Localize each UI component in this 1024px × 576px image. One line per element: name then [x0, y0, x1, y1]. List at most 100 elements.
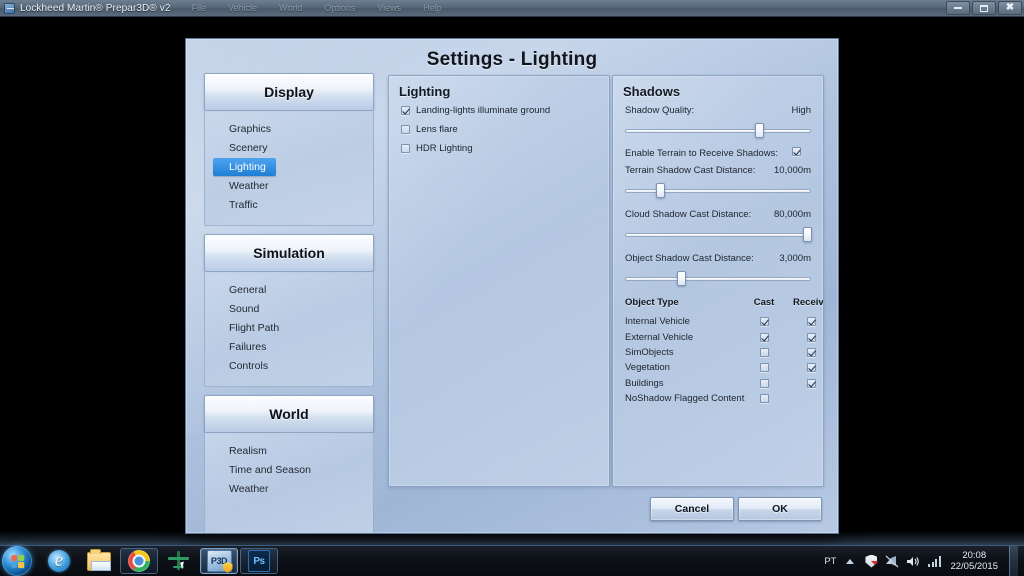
label-cloud-cast-distance: Cloud Shadow Cast Distance: — [625, 209, 752, 220]
sidebar-item-scenery[interactable]: Scenery — [213, 139, 365, 157]
taskbar-item-prepar3d[interactable]: P3D — [200, 548, 238, 574]
sidebar-item-flight-path[interactable]: Flight Path — [213, 319, 365, 337]
close-icon: ✖ — [1005, 2, 1015, 13]
table-row: External Vehicle — [625, 329, 816, 344]
close-button[interactable]: ✖ — [998, 1, 1022, 15]
slider-thumb[interactable] — [803, 227, 813, 242]
window-controls[interactable]: ✖ — [946, 1, 1022, 15]
cell-cast[interactable] — [743, 317, 785, 327]
window-titlebar[interactable]: Lockheed Martin® Prepar3D® v2 File Vehic… — [0, 0, 1024, 17]
sidebar-item-sound[interactable]: Sound — [213, 300, 365, 318]
window-title: Lockheed Martin® Prepar3D® v2 — [20, 2, 171, 14]
sidebar-item-general[interactable]: General — [213, 281, 365, 299]
sidebar-item-controls[interactable]: Controls — [213, 357, 365, 375]
checkbox-row-hdr-lighting[interactable]: HDR Lighting — [401, 143, 609, 154]
taskbar-item-file-explorer[interactable] — [80, 548, 118, 574]
checkbox-cast[interactable] — [759, 317, 769, 327]
slider-shadow-quality[interactable] — [625, 123, 811, 138]
sidebar-item-failures[interactable]: Failures — [213, 338, 365, 356]
checkbox-lens-flare[interactable] — [401, 125, 410, 134]
checkbox-cast[interactable] — [759, 394, 769, 404]
taskbar-items: P3D Ps — [40, 548, 278, 574]
language-indicator[interactable]: PT — [824, 556, 836, 567]
checkbox-row-landing-lights[interactable]: Landing-lights illuminate ground — [401, 105, 609, 116]
network-tray-icon[interactable] — [885, 554, 899, 568]
checkbox-hdr-lighting[interactable] — [401, 144, 410, 153]
slider-thumb[interactable] — [754, 123, 764, 138]
cell-cast[interactable] — [743, 378, 785, 388]
antivirus-tray-icon[interactable] — [864, 554, 878, 568]
slider-cloud-cast-distance[interactable] — [625, 227, 813, 242]
value-terrain-cast-distance: 10,000m — [774, 165, 811, 176]
checkbox-landing-lights[interactable] — [401, 106, 410, 115]
menu-item-views[interactable]: Views — [374, 3, 404, 13]
cell-cast[interactable] — [743, 347, 785, 357]
sidebar-item-graphics[interactable]: Graphics — [213, 120, 365, 138]
clock-date: 22/05/2015 — [950, 561, 998, 572]
checkbox-receive[interactable] — [806, 347, 816, 357]
menu-item-vehicle[interactable]: Vehicle — [225, 3, 260, 13]
menu-item-options[interactable]: Options — [321, 3, 358, 13]
sidebar-item-lighting[interactable]: Lighting — [213, 158, 276, 176]
slider-object-cast-distance[interactable] — [625, 271, 811, 286]
row-terrain-receive-shadows[interactable]: Enable Terrain to Receive Shadows: — [625, 147, 811, 159]
clock[interactable]: 20:08 22/05/2015 — [950, 550, 998, 572]
slider-thumb[interactable] — [676, 271, 686, 286]
show-desktop-button[interactable] — [1009, 545, 1018, 576]
cell-receive[interactable] — [785, 363, 823, 373]
sidebar-item-realism[interactable]: Realism — [213, 442, 365, 460]
show-hidden-icons-button[interactable] — [843, 554, 857, 568]
checkbox-cast[interactable] — [759, 378, 769, 388]
cell-cast[interactable] — [743, 394, 785, 404]
column-header-object-type: Object Type — [625, 297, 679, 308]
checkbox-cast[interactable] — [759, 363, 769, 373]
slider-thumb[interactable] — [656, 183, 666, 198]
signal-strength-tray-icon[interactable] — [927, 554, 941, 568]
start-button[interactable] — [2, 546, 32, 576]
cell-object-type: SimObjects — [625, 346, 674, 358]
menu-item-file[interactable]: File — [188, 3, 209, 13]
slider-track — [625, 277, 811, 281]
taskbar-item-photoshop[interactable]: Ps — [240, 548, 278, 574]
value-object-cast-distance: 3,000m — [779, 253, 811, 264]
cell-receive[interactable] — [785, 317, 823, 327]
checkbox-cast[interactable] — [759, 332, 769, 342]
cell-receive[interactable] — [785, 332, 823, 342]
slider-track — [625, 233, 811, 237]
nav-list-simulation: General Sound Flight Path Failures Contr… — [204, 272, 374, 387]
settings-dialog: Settings - Lighting Display Graphics Sce… — [185, 38, 839, 534]
sidebar-item-weather[interactable]: Weather — [213, 177, 365, 195]
sidebar-item-world-weather[interactable]: Weather — [213, 480, 365, 498]
menu-bar[interactable]: File Vehicle World Options Views Help — [188, 3, 444, 13]
cell-receive[interactable] — [785, 378, 823, 388]
lighting-panel-title: Lighting — [399, 84, 451, 99]
taskbar-item-google-chrome[interactable] — [120, 548, 158, 574]
checkbox-terrain-receive-shadows[interactable] — [792, 147, 801, 156]
cell-cast[interactable] — [743, 332, 785, 342]
sidebar-item-traffic[interactable]: Traffic — [213, 196, 365, 214]
cell-cast[interactable] — [743, 363, 785, 373]
checkbox-receive[interactable] — [806, 332, 816, 342]
menu-item-world[interactable]: World — [276, 3, 305, 13]
shield-icon — [865, 554, 878, 568]
slider-terrain-cast-distance[interactable] — [625, 183, 811, 198]
restore-button[interactable] — [972, 1, 996, 15]
taskbar-item-flight-simulator[interactable] — [160, 548, 198, 574]
minimize-button[interactable] — [946, 1, 970, 15]
taskbar-item-internet-explorer[interactable] — [40, 548, 78, 574]
nav-group-world: World Realism Time and Season Weather — [204, 395, 374, 533]
checkbox-row-lens-flare[interactable]: Lens flare — [401, 124, 609, 135]
checkbox-cast[interactable] — [759, 347, 769, 357]
label-terrain-cast-distance: Terrain Shadow Cast Distance: — [625, 165, 756, 176]
cancel-button[interactable]: Cancel — [650, 497, 734, 521]
screen: Lockheed Martin® Prepar3D® v2 File Vehic… — [0, 0, 1024, 576]
checkbox-receive[interactable] — [806, 363, 816, 373]
menu-item-help[interactable]: Help — [420, 3, 445, 13]
ok-button[interactable]: OK — [738, 497, 822, 521]
volume-tray-icon[interactable] — [906, 554, 920, 568]
sidebar-item-time-and-season[interactable]: Time and Season — [213, 461, 365, 479]
cell-receive[interactable] — [785, 347, 823, 357]
checkbox-receive[interactable] — [806, 317, 816, 327]
checkbox-receive[interactable] — [806, 378, 816, 388]
slider-track — [625, 189, 811, 193]
